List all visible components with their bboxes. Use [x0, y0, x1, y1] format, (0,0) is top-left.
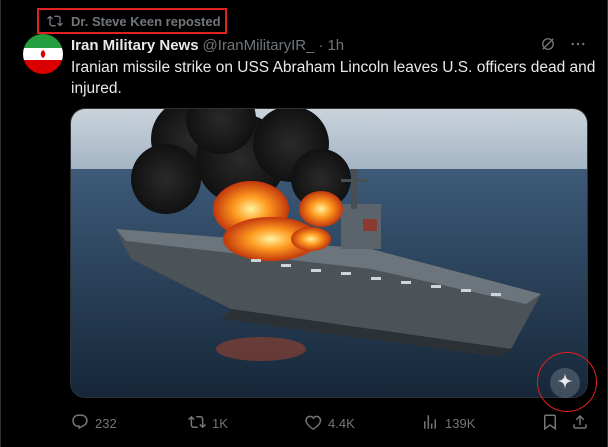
- repost-indicator[interactable]: Dr. Steve Keen reposted: [37, 8, 227, 34]
- author-handle[interactable]: @IranMilitaryIR_: [203, 37, 315, 54]
- analytics-icon: [421, 413, 439, 434]
- like-button[interactable]: 4.4K: [304, 411, 355, 435]
- avatar[interactable]: [23, 34, 63, 74]
- reply-button[interactable]: 232: [71, 411, 117, 435]
- separator-dot: ·: [318, 36, 324, 54]
- repost-count: 1K: [212, 415, 228, 431]
- repost-button[interactable]: 1K: [188, 411, 228, 435]
- like-count: 4.4K: [328, 415, 355, 431]
- heart-icon: [304, 413, 322, 434]
- grok-sparkle-icon: [556, 372, 574, 395]
- tweet-text: Iranian missile strike on USS Abraham Li…: [71, 59, 596, 97]
- tweet-media-image[interactable]: [70, 108, 588, 398]
- tweet-actions: 232 1K 4.4K 139K: [71, 411, 591, 435]
- bookmark-icon: [541, 413, 559, 434]
- views-count: 139K: [445, 415, 476, 431]
- grok-icon[interactable]: [539, 35, 557, 57]
- timestamp[interactable]: 1h: [327, 37, 344, 54]
- repost-label: Dr. Steve Keen reposted: [71, 13, 221, 29]
- repost-action-icon: [188, 413, 206, 434]
- views-button[interactable]: 139K: [421, 411, 475, 435]
- author-name[interactable]: Iran Military News: [71, 37, 199, 54]
- reply-icon: [71, 413, 89, 434]
- tweet-header: Iran Military News @IranMilitaryIR_ · 1h: [71, 35, 587, 55]
- more-options-icon[interactable]: [569, 35, 587, 57]
- share-button[interactable]: [571, 411, 589, 435]
- reply-count: 232: [95, 415, 117, 431]
- repost-icon: [47, 13, 63, 29]
- bookmark-button[interactable]: [541, 411, 559, 435]
- tweet-card[interactable]: Dr. Steve Keen reposted Iran Military Ne…: [0, 0, 608, 447]
- share-icon: [571, 413, 589, 434]
- grok-sparkle-button[interactable]: [550, 368, 580, 398]
